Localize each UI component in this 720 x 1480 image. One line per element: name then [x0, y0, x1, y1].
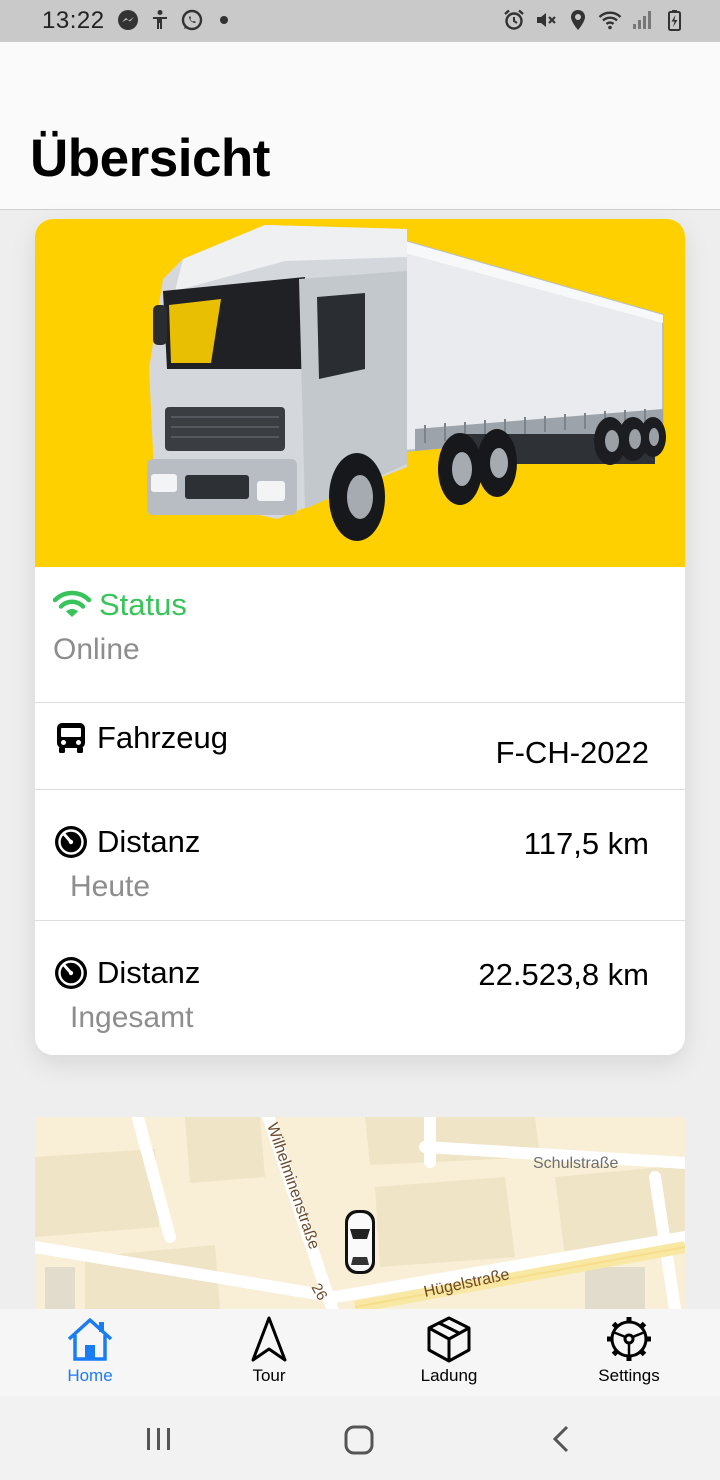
location-icon [571, 10, 585, 30]
battery-icon [668, 10, 681, 31]
timer-icon [55, 957, 87, 989]
status-section: Status Online [35, 567, 685, 703]
distance-today-sub: Heute [70, 870, 151, 903]
page-title: Übersicht [30, 129, 270, 188]
accessibility-icon [153, 10, 167, 29]
status-time: 13:22 [42, 7, 105, 34]
dot-icon [220, 16, 228, 24]
status-bar: 13:22 [0, 0, 720, 42]
wifi-icon [598, 11, 622, 30]
bus-icon [57, 723, 85, 753]
alarm-icon [504, 9, 524, 30]
system-navigation-bar [0, 1396, 720, 1480]
vehicle-value: F-CH-2022 [495, 735, 649, 770]
tab-tour[interactable]: Tour [209, 1309, 329, 1396]
signal-icon [633, 11, 651, 29]
car-icon [345, 1210, 375, 1274]
tab-home[interactable]: Home [30, 1309, 150, 1396]
tab-tour-label: Tour [252, 1366, 286, 1385]
recent-apps-icon[interactable] [144, 1426, 174, 1452]
home-button-icon[interactable] [343, 1425, 375, 1455]
distance-today-label: Distanz [97, 824, 201, 859]
timer-icon [55, 826, 87, 858]
distance-total-row[interactable]: Distanz 22.523,8 km Ingesamt [35, 921, 685, 1055]
whatsapp-icon [181, 9, 203, 31]
tab-settings[interactable]: Settings [569, 1309, 689, 1396]
distance-today-row[interactable]: Distanz 117,5 km Heute [35, 790, 685, 921]
vehicle-label: Fahrzeug [97, 720, 228, 755]
tab-ladung[interactable]: Ladung [389, 1309, 509, 1396]
street-label-schulstrasse: Schulstraße [533, 1155, 618, 1172]
distance-total-sub: Ingesamt [70, 1001, 194, 1034]
back-icon[interactable] [548, 1424, 574, 1454]
tab-settings-label: Settings [598, 1366, 660, 1385]
home-icon [67, 1318, 113, 1361]
mute-icon [537, 13, 556, 27]
navigation-icon [251, 1316, 287, 1362]
distance-total-value: 22.523,8 km [478, 957, 649, 992]
distance-total-label: Distanz [97, 955, 201, 990]
status-title: Status [53, 587, 187, 623]
app-header: Übersicht [0, 42, 720, 210]
messenger-icon [118, 10, 138, 30]
truck-image [35, 219, 685, 567]
vehicle-card: Status Online Fahrzeug F-CH-2022 Distanz [35, 219, 685, 1055]
tab-home-label: Home [67, 1366, 113, 1385]
status-value: Online [53, 633, 140, 666]
wifi-icon [53, 590, 91, 617]
vehicle-row[interactable]: Fahrzeug F-CH-2022 [35, 702, 685, 790]
tab-ladung-label: Ladung [420, 1366, 478, 1385]
truck-illustration [147, 225, 666, 541]
map-canvas: Wilhelminenstraße Schulstraße Hügelstraß… [35, 1117, 685, 1309]
map-view[interactable]: Wilhelminenstraße Schulstraße Hügelstraß… [35, 1117, 685, 1309]
settings-icon [607, 1317, 651, 1361]
status-label: Status [99, 587, 187, 622]
package-icon [427, 1316, 471, 1363]
tab-bar: Home Tour Ladung Settings [0, 1309, 720, 1396]
distance-today-value: 117,5 km [523, 826, 649, 861]
